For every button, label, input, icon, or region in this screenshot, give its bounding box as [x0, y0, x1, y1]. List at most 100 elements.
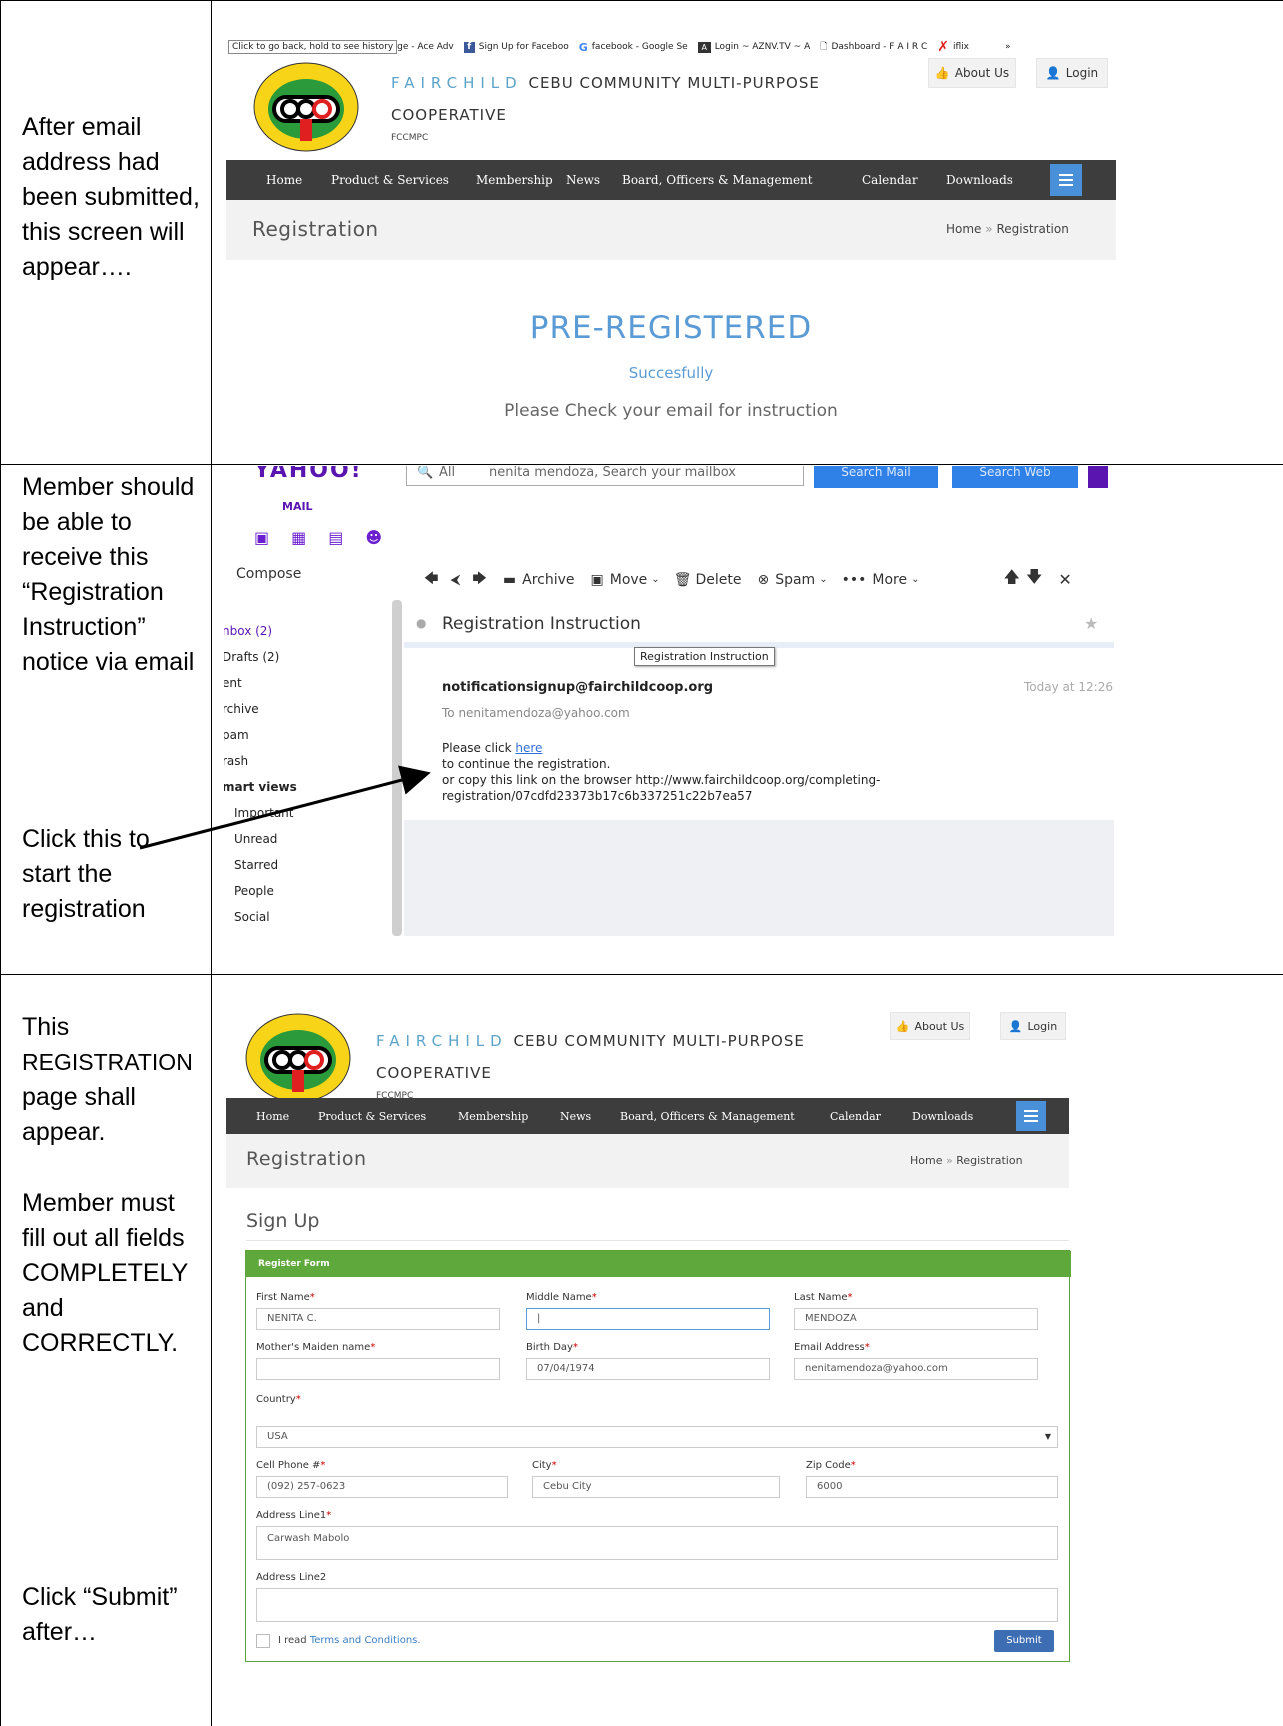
signup-title: Sign Up [246, 1210, 320, 1232]
first-name-input[interactable]: NENITA C. [256, 1308, 500, 1330]
nav-calendar[interactable]: Calendar [862, 173, 918, 187]
city-label-text: City [532, 1460, 552, 1471]
bookmark-iflix[interactable]: ✗ iflix [937, 39, 969, 55]
archive-button[interactable]: Archive [522, 572, 574, 588]
nav-board[interactable]: Board, Officers & Management [622, 173, 813, 187]
smart-views-header[interactable]: mart views [224, 774, 297, 800]
folder-inbox[interactable]: nbox (2) [224, 618, 297, 644]
birthday-input[interactable]: 07/04/1974 [526, 1358, 770, 1380]
folder-people[interactable]: People [224, 878, 297, 904]
nav-news[interactable]: News [566, 173, 600, 187]
zip-code-input[interactable]: 6000 [806, 1476, 1058, 1498]
note-fill-fields: Member must fill out all fields COMPLETE… [22, 1189, 188, 1357]
cell-phone-input[interactable]: (092) 257-0623 [256, 1476, 508, 1498]
folder-trash[interactable]: rash [224, 748, 297, 774]
last-name-input[interactable]: MENDOZA [794, 1308, 1038, 1330]
nav-membership[interactable]: Membership [458, 1110, 528, 1123]
folder-sent[interactable]: ent [224, 670, 297, 696]
folder-drafts[interactable]: Drafts (2) [224, 644, 297, 670]
email-label: Email Address* [794, 1342, 870, 1353]
cell-phone-label: Cell Phone #* [256, 1460, 325, 1471]
menu-icon[interactable] [1016, 1101, 1046, 1131]
table-border-top [0, 0, 1283, 1]
folder-spam[interactable]: pam [224, 722, 297, 748]
nav-home[interactable]: Home [256, 1110, 289, 1123]
site-name-line2: COOPERATIVE [391, 106, 507, 124]
address1-input[interactable]: Carwash Mabolo [256, 1526, 1058, 1560]
pre-registered-note: Please Check your email for instruction [504, 401, 838, 421]
folder-important[interactable]: Important [224, 800, 297, 826]
bookmark-google[interactable]: Gfacebook - Google Se [579, 41, 688, 54]
notepad-icon[interactable]: ▤ [328, 528, 343, 547]
messenger-icon[interactable]: ☻ [365, 528, 382, 547]
reply-all-icon[interactable]: ⮜ [450, 572, 460, 588]
city-input[interactable]: Cebu City [532, 1476, 780, 1498]
country-select[interactable]: USA ▼ [256, 1426, 1058, 1448]
mail-toolbar: 🡄 ⮜ 🡆 ▬ Archive ▣ Move ⌄ 🗑 Delete ⊗ Spam… [424, 566, 1072, 593]
nav-products[interactable]: Product & Services [331, 173, 449, 187]
bookmark-ace[interactable]: ge - Ace Adv [397, 42, 454, 52]
nav-downloads[interactable]: Downloads [912, 1110, 973, 1123]
submit-button[interactable]: Submit [994, 1630, 1054, 1652]
address2-input[interactable] [256, 1588, 1058, 1622]
email-input[interactable]: nenitamendoza@yahoo.com [794, 1358, 1038, 1380]
terms-checkbox[interactable] [256, 1634, 270, 1648]
middle-name-input[interactable]: | [526, 1308, 770, 1330]
spam-button[interactable]: Spam [775, 572, 815, 588]
table-column-divider [211, 0, 212, 1726]
reply-icon[interactable]: 🡄 [424, 568, 438, 592]
folder-unread[interactable]: Unread [224, 826, 297, 852]
compose-button[interactable]: Compose [236, 566, 301, 582]
bookmark-facebook[interactable]: f Sign Up for Faceboo [463, 41, 569, 53]
folder-archive[interactable]: rchive [224, 696, 297, 722]
breadcrumb-home[interactable]: Home [946, 222, 981, 236]
about-us-button[interactable]: 👍 About Us [890, 1012, 970, 1040]
required-mark: * [864, 1342, 870, 1353]
note-line-registration: REGISTRATION [22, 1049, 193, 1075]
site-name: FAIRCHILD CEBU COMMUNITY MULTI-PURPOSE C… [376, 1032, 805, 1101]
contacts-icon[interactable]: ▣ [254, 528, 269, 547]
screenshot-pre-registered: Click to go back, hold to see history ge… [226, 36, 1116, 464]
search-web-button[interactable]: Search Web [952, 466, 1078, 488]
star-icon[interactable]: ★ [1084, 614, 1098, 633]
terms-link[interactable]: Terms and Conditions. [310, 1635, 421, 1646]
arrow-down-icon[interactable]: 🡇 [1026, 566, 1042, 593]
bookmarks-overflow[interactable]: » [1005, 42, 1011, 52]
close-icon[interactable]: ✕ [1058, 570, 1071, 589]
nav-home[interactable]: Home [266, 173, 302, 187]
note-line-this: This [22, 1013, 70, 1041]
nav-news[interactable]: News [560, 1110, 591, 1123]
about-us-button[interactable]: 👍 About Us [928, 58, 1016, 88]
login-button[interactable]: 👤 Login [1000, 1012, 1066, 1040]
calendar-icon[interactable]: ▦ [291, 528, 306, 547]
login-button[interactable]: 👤 Login [1036, 58, 1108, 88]
menu-icon[interactable] [1050, 164, 1082, 196]
nav-calendar[interactable]: Calendar [830, 1110, 881, 1123]
forward-icon[interactable]: 🡆 [472, 568, 486, 592]
folder-scrollbar[interactable] [392, 600, 402, 936]
about-us-label: About Us [914, 1019, 965, 1033]
nav-products[interactable]: Product & Services [318, 1110, 426, 1123]
bookmark-dashboard[interactable]: 🗋 Dashboard - F A I R C [820, 39, 927, 55]
search-mail-button[interactable]: Search Mail [814, 466, 938, 488]
message-from[interactable]: notificationsignup@fairchildcoop.org [442, 680, 713, 695]
home-icon[interactable] [1088, 466, 1108, 488]
nav-board[interactable]: Board, Officers & Management [620, 1110, 795, 1123]
maiden-name-input[interactable] [256, 1358, 500, 1380]
arrow-up-icon[interactable]: 🡅 [1003, 566, 1019, 593]
delete-button[interactable]: Delete [695, 572, 741, 588]
nav-membership[interactable]: Membership [476, 173, 553, 187]
more-button[interactable]: More [872, 572, 907, 588]
nav-downloads[interactable]: Downloads [946, 173, 1013, 187]
breadcrumb-home[interactable]: Home [910, 1154, 942, 1167]
registration-link[interactable]: here [515, 741, 542, 755]
folder-starred[interactable]: Starred [224, 852, 297, 878]
folder-social[interactable]: Social [224, 904, 297, 930]
bookmark-dashboard-label: Dashboard - F A I R C [831, 42, 928, 52]
search-scope[interactable]: All [439, 466, 455, 480]
mail-search-input[interactable]: 🔍 All nenita mendoza, Search your mailbo… [406, 466, 804, 486]
move-button[interactable]: Move [610, 572, 648, 588]
coop-logo [253, 62, 359, 152]
bookmark-aznv[interactable]: A Login ~ AZNV.TV ~ A [697, 41, 810, 53]
register-form-header: Register Form [246, 1251, 1071, 1277]
